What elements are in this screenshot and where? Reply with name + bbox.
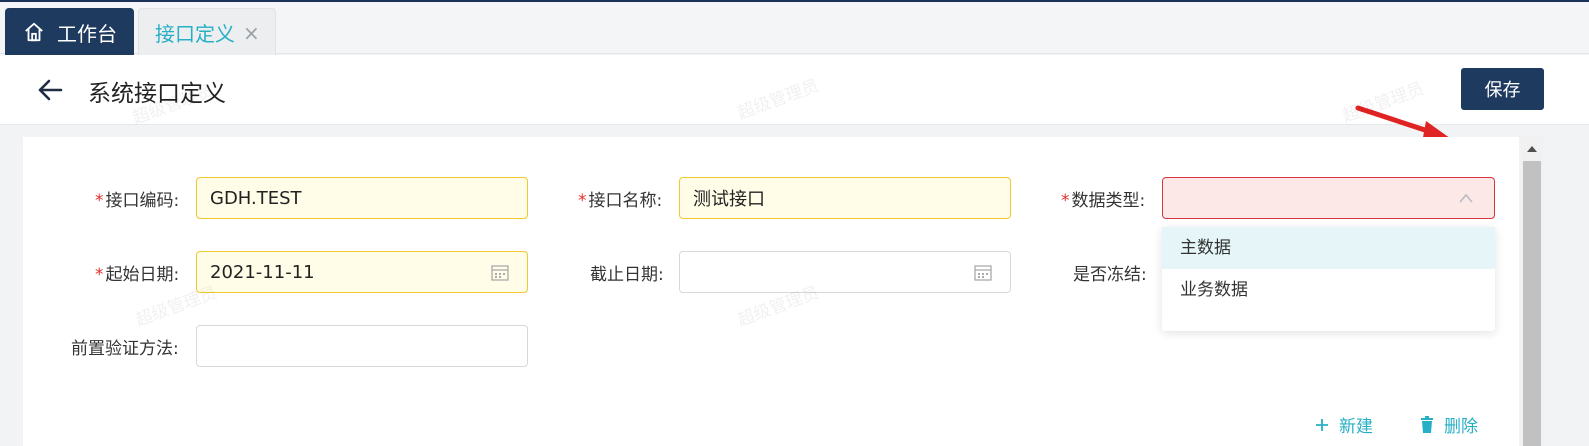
- page-header: 系统接口定义 保存: [0, 55, 1589, 143]
- pre-validate-input[interactable]: [196, 325, 528, 367]
- end-date-picker[interactable]: [679, 251, 1011, 293]
- scrollbar-thumb[interactable]: [1523, 161, 1541, 446]
- scroll-up-arrow-icon[interactable]: [1521, 137, 1543, 159]
- start-date-picker[interactable]: 2021-11-11: [196, 251, 528, 293]
- code-input[interactable]: GDH.TEST: [196, 177, 528, 219]
- form-card: * 接口编码: GDH.TEST * 接口名称: 测试接口 * 数据类型: * 起始日期…: [23, 137, 1519, 446]
- dropdown-option-business-data[interactable]: 业务数据: [1162, 269, 1495, 311]
- frozen-label: 是否冻结:: [1073, 265, 1147, 285]
- close-icon[interactable]: ×: [243, 21, 260, 45]
- page-title: 系统接口定义: [88, 81, 226, 107]
- name-input-value: 测试接口: [693, 189, 765, 210]
- start-date-value: 2021-11-11: [210, 261, 315, 283]
- pre-validate-label: 前置验证方法:: [71, 339, 179, 359]
- back-arrow-icon[interactable]: [36, 76, 64, 104]
- new-button[interactable]: 新建: [1315, 412, 1373, 437]
- plus-icon: [1316, 418, 1328, 431]
- data-type-select[interactable]: [1162, 177, 1495, 219]
- trash-icon: [1421, 416, 1433, 433]
- save-button[interactable]: 保存: [1461, 68, 1544, 110]
- start-date-label: * 起始日期:: [95, 265, 180, 285]
- required-mark: *: [1061, 191, 1070, 211]
- dropdown-option-master-data[interactable]: 主数据: [1162, 227, 1495, 269]
- data-type-dropdown: 主数据 业务数据: [1162, 227, 1495, 331]
- code-label: * 接口编码:: [95, 191, 180, 211]
- name-label: * 接口名称:: [578, 191, 663, 211]
- tab-interface-definition-label: 接口定义: [155, 22, 235, 46]
- calendar-icon: [491, 265, 509, 281]
- tab-workbench[interactable]: 工作台: [5, 8, 134, 56]
- tab-bar: 工作台 接口定义 ×: [0, 0, 1589, 56]
- data-type-label: * 数据类型:: [1061, 191, 1146, 211]
- calendar-icon: [974, 265, 992, 281]
- delete-button-label: 删除: [1444, 417, 1478, 437]
- delete-button[interactable]: 删除: [1420, 412, 1478, 437]
- tab-interface-definition[interactable]: 接口定义 ×: [138, 8, 276, 56]
- new-button-label: 新建: [1339, 417, 1373, 437]
- required-mark: *: [578, 191, 587, 211]
- required-mark: *: [95, 191, 104, 211]
- required-mark: *: [95, 265, 104, 285]
- chevron-up-icon: [1459, 193, 1473, 203]
- code-input-value: GDH.TEST: [210, 187, 302, 209]
- name-input[interactable]: 测试接口: [679, 177, 1011, 219]
- vertical-scrollbar[interactable]: [1521, 137, 1543, 446]
- home-icon: [25, 22, 43, 42]
- end-date-label: 截止日期:: [590, 265, 664, 285]
- tab-workbench-label: 工作台: [57, 21, 117, 46]
